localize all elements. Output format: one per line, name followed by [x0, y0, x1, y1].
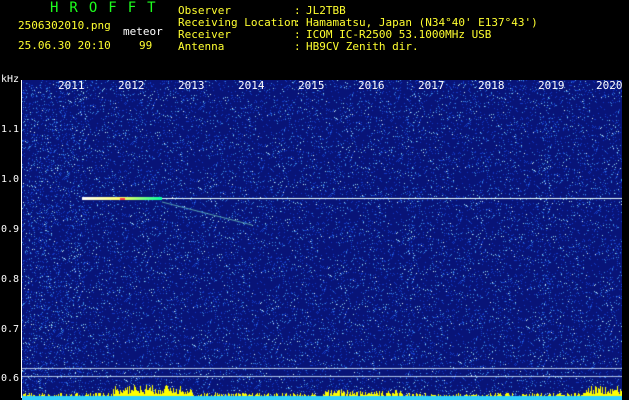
header-panel: HROFFT 2506302010.png meteor 25.06.30 20…	[0, 0, 629, 78]
freq-label-0-7: 0.7	[1, 324, 20, 335]
receiver-value: ICOM IC-R2500 53.1000MHz USB	[306, 28, 492, 41]
freq-label-0-9: 0.9	[1, 224, 20, 235]
year-label-2012: 2012	[118, 79, 145, 92]
location-label: Receiving Location	[178, 16, 298, 29]
frequency-axis-line	[21, 80, 22, 398]
observer-value: JL2TBB	[306, 4, 346, 17]
antenna-sep: :	[294, 40, 301, 53]
meteor-count: 99	[139, 39, 153, 52]
freq-label-0-6: 0.6	[1, 373, 20, 384]
receiver-label: Receiver	[178, 28, 231, 41]
location-sep: :	[294, 16, 301, 29]
year-label-2011: 2011	[58, 79, 85, 92]
observer-label: Observer	[178, 4, 231, 17]
receiver-sep: :	[294, 28, 301, 41]
freq-label-1-1: 1.1	[1, 124, 20, 135]
freq-label-0-8: 0.8	[1, 274, 20, 285]
year-label-2015: 2015	[298, 79, 325, 92]
year-label-2020: 2020	[596, 79, 623, 92]
app-title: HROFFT	[50, 0, 167, 16]
year-label-2016: 2016	[358, 79, 385, 92]
spectrogram-canvas	[22, 80, 622, 400]
year-label-2014: 2014	[238, 79, 265, 92]
meteor-label: meteor	[123, 25, 163, 38]
timestamp: 25.06.30 20:10	[18, 39, 111, 52]
observer-sep: :	[294, 4, 301, 17]
location-value: Hamamatsu, Japan (N34°40' E137°43')	[306, 16, 538, 29]
freq-label-1-0: 1.0	[1, 174, 20, 185]
year-label-2013: 2013	[178, 79, 205, 92]
antenna-value: HB9CV Zenith dir.	[306, 40, 419, 53]
file-name: 2506302010.png	[18, 19, 111, 32]
antenna-label: Antenna	[178, 40, 225, 53]
year-label-2018: 2018	[478, 79, 505, 92]
frequency-unit-label: kHz	[1, 74, 20, 85]
year-label-2019: 2019	[538, 79, 565, 92]
year-label-2017: 2017	[418, 79, 445, 92]
